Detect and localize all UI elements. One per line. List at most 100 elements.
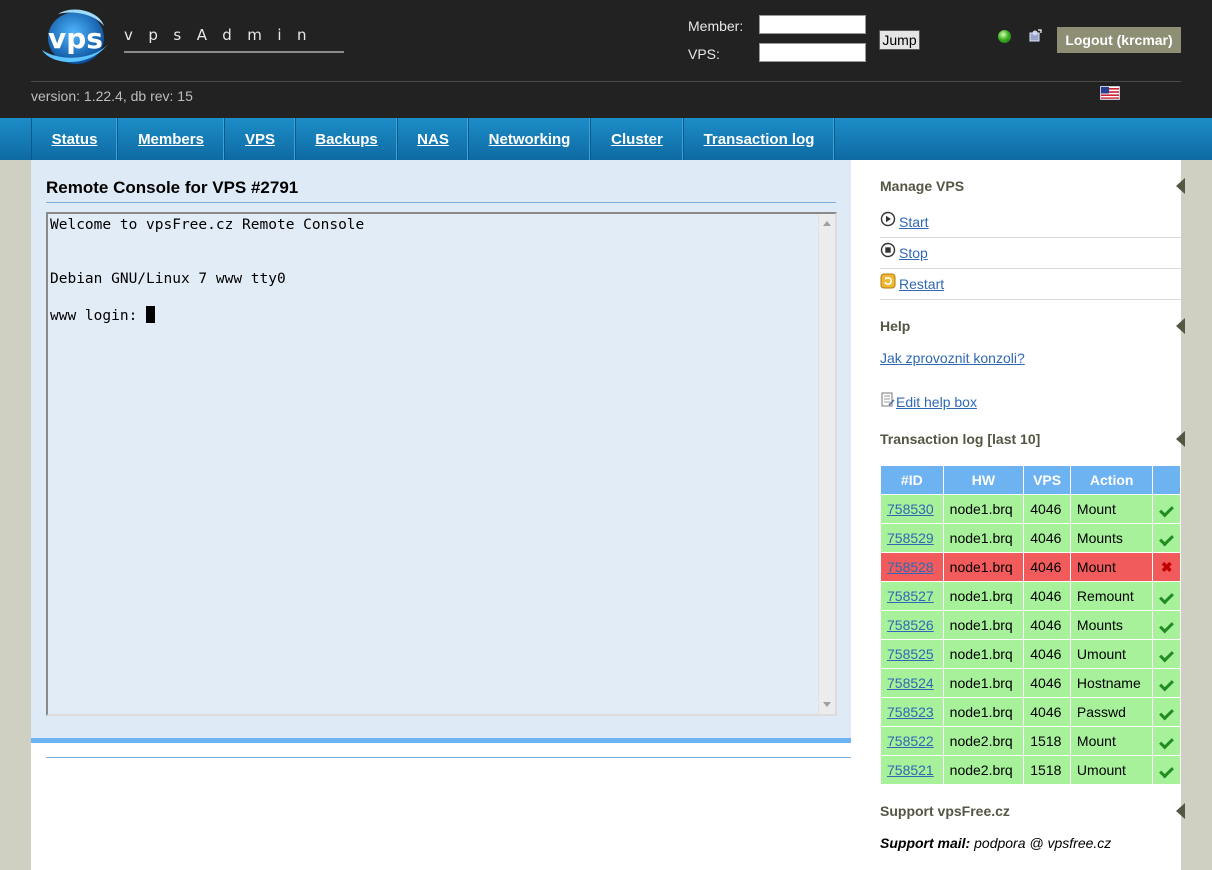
main-bottom-divider <box>46 757 851 758</box>
action-cell: Umount <box>1069 755 1154 785</box>
checkmark-icon <box>1159 705 1175 721</box>
table-row: 758522 node2.brq 1518 Mount <box>880 726 1181 756</box>
table-header-row: #ID HW VPS Action <box>880 465 1181 495</box>
scroll-down-icon[interactable] <box>823 702 831 707</box>
main-bottom-bar <box>31 738 851 743</box>
console-cursor <box>146 306 156 323</box>
checkmark-icon <box>1159 531 1175 547</box>
status-cell <box>1152 610 1181 640</box>
status-cell <box>1152 726 1181 756</box>
restart-icon <box>880 273 896 289</box>
transaction-id-link[interactable]: 758525 <box>880 639 944 669</box>
edit-note-icon <box>881 392 895 407</box>
sidebar: Manage VPS Start Stop Restart Help Jak z… <box>880 160 1185 870</box>
user-icon[interactable] <box>1028 29 1042 43</box>
nav-item-networking[interactable]: Networking <box>469 118 591 160</box>
transaction-id-link[interactable]: 758523 <box>880 697 944 727</box>
transaction-id-link[interactable]: 758529 <box>880 523 944 553</box>
console-scrollbar[interactable] <box>818 214 835 714</box>
vps-input[interactable] <box>759 43 866 62</box>
nav-item-backups[interactable]: Backups <box>296 118 398 160</box>
vps-cell: 4046 <box>1023 552 1071 582</box>
collapse-arrow-icon[interactable] <box>1176 318 1185 334</box>
transaction-id-link[interactable]: 758524 <box>880 668 944 698</box>
help-link[interactable]: Jak zprovoznit konzoli? <box>880 350 1025 366</box>
column-header-hw: HW <box>942 465 1025 495</box>
checkmark-icon <box>1159 763 1175 779</box>
vps-cell: 1518 <box>1023 755 1071 785</box>
column-header-vps: VPS <box>1023 465 1071 495</box>
nav-item-transaction-log[interactable]: Transaction log <box>684 118 835 160</box>
nav-item-label: Members <box>138 130 204 148</box>
collapse-arrow-icon[interactable] <box>1176 178 1185 194</box>
transaction-log-table: #ID HW VPS Action 758530 node1.brq 4046 Mou… <box>880 465 1181 785</box>
help-title: Help <box>880 318 911 334</box>
nav-item-label: Backups <box>315 130 378 148</box>
nav-item-label: VPS <box>244 130 275 148</box>
nav-item-cluster[interactable]: Cluster <box>591 118 684 160</box>
brand-underline <box>124 51 344 53</box>
nav-item-label: Networking <box>488 130 571 148</box>
table-row: 758527 node1.brq 4046 Remount <box>880 581 1181 611</box>
action-cell: Umount <box>1069 639 1154 669</box>
nav-item-vps[interactable]: VPS <box>225 118 296 160</box>
status-cell <box>1152 494 1181 524</box>
support-mail: Support mail: podpora @ vpsfree.cz <box>880 835 1111 851</box>
edit-help-link[interactable]: Edit help box <box>896 394 977 410</box>
vps-cell: 4046 <box>1023 668 1071 698</box>
collapse-arrow-icon[interactable] <box>1176 803 1185 819</box>
hw-cell: node1.brq <box>942 581 1025 611</box>
nav-item-status[interactable]: Status <box>32 118 118 160</box>
checkmark-icon <box>1159 502 1175 518</box>
action-stop-label[interactable]: Stop <box>899 245 928 261</box>
nav-item-label: Transaction log <box>703 130 815 148</box>
page-title: Remote Console for VPS #2791 <box>46 178 299 197</box>
transaction-id-link[interactable]: 758521 <box>880 755 944 785</box>
action-restart[interactable]: Restart <box>880 269 1181 300</box>
member-label: Member: <box>688 18 744 34</box>
checkmark-icon <box>1159 589 1175 605</box>
manage-vps-title: Manage VPS <box>880 178 965 194</box>
logo-swirl-icon: vps <box>42 9 108 64</box>
action-start[interactable]: Start <box>880 207 1181 238</box>
scroll-up-icon[interactable] <box>823 221 831 226</box>
status-online-icon <box>998 30 1011 43</box>
version-info: version: 1.22.4, db rev: 15 <box>31 88 193 104</box>
action-start-label[interactable]: Start <box>899 214 929 230</box>
action-cell: Mount <box>1069 494 1154 524</box>
transaction-id-link[interactable]: 758528 <box>880 552 944 582</box>
console-line-os: Debian GNU/Linux 7 www tty0 <box>50 271 286 287</box>
vps-label: VPS: <box>688 46 720 62</box>
action-stop[interactable]: Stop <box>880 238 1181 269</box>
transaction-id-link[interactable]: 758522 <box>880 726 944 756</box>
transaction-id-link[interactable]: 758530 <box>880 494 944 524</box>
table-row: 758529 node1.brq 4046 Mounts <box>880 523 1181 553</box>
table-row: 758526 node1.brq 4046 Mounts <box>880 610 1181 640</box>
collapse-arrow-icon[interactable] <box>1176 431 1185 447</box>
column-header-id: #ID <box>880 465 944 495</box>
transaction-id-link[interactable]: 758526 <box>880 610 944 640</box>
jump-button[interactable]: Jump <box>879 30 920 50</box>
vps-cell: 4046 <box>1023 639 1071 669</box>
logout-button[interactable]: Logout (krcmar) <box>1057 27 1181 53</box>
language-flag-icon[interactable] <box>1100 86 1120 100</box>
console-line-welcome: Welcome to vpsFree.cz Remote Console <box>50 217 365 233</box>
column-header-action: Action <box>1069 465 1154 495</box>
nav-item-members[interactable]: Members <box>118 118 225 160</box>
vps-cell: 1518 <box>1023 726 1071 756</box>
vps-cell: 4046 <box>1023 523 1071 553</box>
action-cell: Passwd <box>1069 697 1154 727</box>
transaction-id-link[interactable]: 758527 <box>880 581 944 611</box>
error-cross-icon: ✖ <box>1160 558 1173 575</box>
hw-cell: node1.brq <box>942 697 1025 727</box>
vps-logo[interactable]: vps <box>38 6 110 70</box>
remote-console[interactable]: Welcome to vpsFree.cz Remote Console Deb… <box>46 212 837 716</box>
play-icon <box>880 211 896 227</box>
status-cell <box>1152 697 1181 727</box>
nav-item-nas[interactable]: NAS <box>398 118 469 160</box>
member-input[interactable] <box>759 15 866 34</box>
action-cell: Mounts <box>1069 523 1154 553</box>
action-restart-label[interactable]: Restart <box>899 276 944 292</box>
nav-item-label: Status <box>51 130 98 148</box>
brand-name: vpsAdmin <box>124 26 323 44</box>
